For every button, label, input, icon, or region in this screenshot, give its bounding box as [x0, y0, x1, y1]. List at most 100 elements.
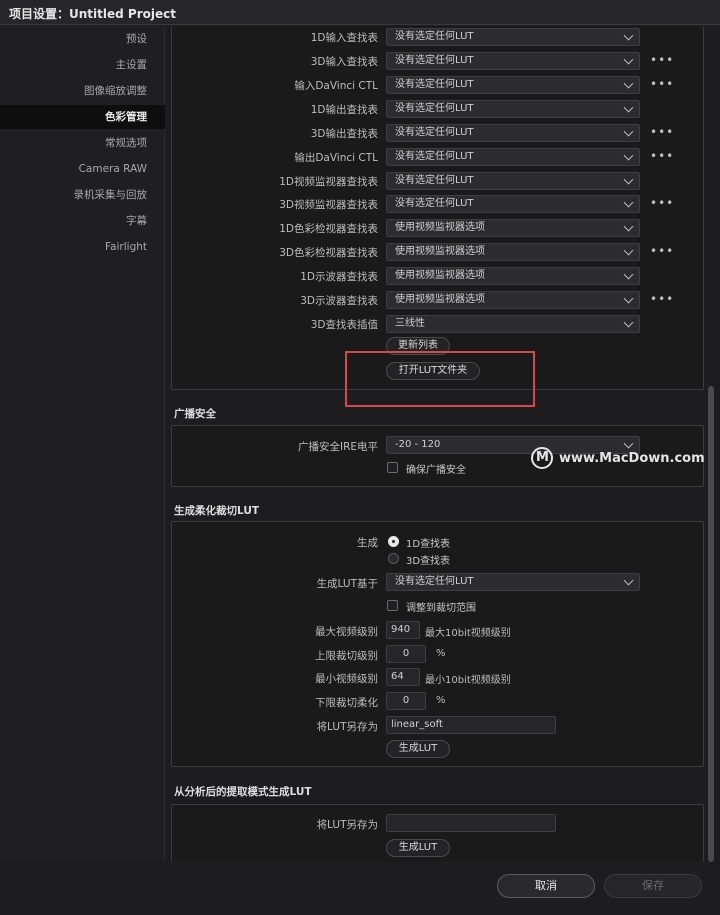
- sidebar-item-camera-raw[interactable]: Camera RAW: [0, 157, 165, 181]
- lut-select-value: 没有选定任何LUT: [395, 103, 474, 114]
- ellipsis-icon[interactable]: •••: [650, 54, 674, 66]
- chevron-down-icon: [623, 126, 634, 137]
- ire-level-value: -20 - 120: [395, 439, 441, 450]
- footer: 取消 保存: [0, 862, 720, 915]
- save-lut-as-input[interactable]: linear_soft: [386, 716, 556, 734]
- lut-select[interactable]: 三线性: [386, 315, 640, 333]
- macdown-logo-icon: M: [531, 447, 553, 469]
- lut-select-value: 使用视频监视器选项: [395, 294, 485, 305]
- chevron-down-icon: [623, 293, 634, 304]
- chevron-down-icon: [623, 221, 634, 232]
- lut-select[interactable]: 没有选定任何LUT: [386, 172, 640, 190]
- lut-select[interactable]: 没有选定任何LUT: [386, 124, 640, 142]
- chevron-down-icon: [623, 174, 634, 185]
- ellipsis-icon[interactable]: •••: [650, 293, 674, 305]
- lut-row-label: 3D查找表插值: [310, 319, 378, 331]
- scrollbar[interactable]: [708, 386, 714, 862]
- radio-3d-lut[interactable]: [388, 553, 399, 564]
- ellipsis-icon[interactable]: •••: [650, 126, 674, 138]
- lut-select-value: 三线性: [395, 318, 425, 329]
- extract-save-lut-as-label: 将LUT另存为: [316, 819, 378, 831]
- lut-select[interactable]: 没有选定任何LUT: [386, 28, 640, 46]
- save-lut-as-label: 将LUT另存为: [316, 721, 378, 733]
- upper-clip-percent: %: [436, 648, 446, 659]
- sidebar-item-image-scaling[interactable]: 图像缩放调整: [0, 79, 165, 103]
- lut-select-value: 没有选定任何LUT: [395, 198, 474, 209]
- chevron-down-icon: [623, 150, 634, 161]
- lut-row-label: 输出DaVinci CTL: [294, 152, 378, 164]
- radio-1d-lut[interactable]: [388, 536, 399, 547]
- lut-row-label: 3D色彩检视器查找表: [279, 247, 378, 259]
- ellipsis-icon[interactable]: •••: [650, 245, 674, 257]
- watermark-text: www.MacDown.com: [559, 451, 705, 466]
- extract-lut-title: 从分析后的提取模式生成LUT: [174, 786, 312, 798]
- sidebar-item-master-settings[interactable]: 主设置: [0, 53, 165, 77]
- upper-clip-level-input[interactable]: 0: [386, 645, 426, 663]
- lut-based-on-select[interactable]: 没有选定任何LUT: [386, 573, 640, 591]
- lut-select[interactable]: 使用视频监视器选项: [386, 267, 640, 285]
- adjust-clip-range-checkbox[interactable]: [387, 600, 398, 611]
- min-video-level-input[interactable]: 64: [386, 668, 420, 686]
- lut-select[interactable]: 没有选定任何LUT: [386, 76, 640, 94]
- lut-select[interactable]: 使用视频监视器选项: [386, 219, 640, 237]
- ensure-broadcast-safe-checkbox[interactable]: [387, 462, 398, 473]
- chevron-down-icon: [623, 197, 634, 208]
- lut-select[interactable]: 没有选定任何LUT: [386, 100, 640, 118]
- min-video-level-label: 最小视频级别: [315, 673, 378, 685]
- ellipsis-icon[interactable]: •••: [650, 197, 674, 209]
- lut-row-label: 1D输出查找表: [310, 104, 378, 116]
- chevron-down-icon: [623, 575, 634, 586]
- logo-letter: M: [536, 450, 549, 465]
- ire-level-label: 广播安全IRE电平: [297, 441, 378, 453]
- lut-row-label: 1D示波器查找表: [300, 271, 378, 283]
- lut-select-value: 使用视频监视器选项: [395, 246, 485, 257]
- title-bar: 项目设置：Untitled Project: [0, 0, 720, 25]
- lut-select[interactable]: 没有选定任何LUT: [386, 148, 640, 166]
- save-button[interactable]: 保存: [604, 874, 702, 898]
- lut-select-value: 使用视频监视器选项: [395, 222, 485, 233]
- sidebar-item-color-management[interactable]: 色彩管理: [0, 105, 165, 129]
- sidebar-item-fairlight[interactable]: Fairlight: [0, 235, 165, 259]
- lut-row-label: 3D输入查找表: [310, 56, 378, 68]
- lut-select[interactable]: 使用视频监视器选项: [386, 243, 640, 261]
- sidebar-item-presets[interactable]: 预设: [0, 27, 165, 51]
- generate-label: 生成: [357, 537, 378, 549]
- lut-select-value: 没有选定任何LUT: [395, 151, 474, 162]
- ellipsis-icon[interactable]: •••: [650, 78, 674, 90]
- chevron-down-icon: [623, 30, 634, 41]
- extract-save-lut-as-input[interactable]: [386, 814, 556, 832]
- chevron-down-icon: [623, 102, 634, 113]
- min-video-level-hint: 最小10bit视频级别: [425, 675, 511, 686]
- sidebar-item-subtitles[interactable]: 字幕: [0, 209, 165, 233]
- lut-select[interactable]: 使用视频监视器选项: [386, 291, 640, 309]
- lower-clip-softness-input[interactable]: 0: [386, 692, 426, 710]
- chevron-down-icon: [623, 269, 634, 280]
- sidebar-item-general-options[interactable]: 常规选项: [0, 131, 165, 155]
- lut-row-label: 1D视频监视器查找表: [279, 176, 378, 188]
- cancel-button[interactable]: 取消: [497, 874, 595, 898]
- highlight-box: [345, 351, 535, 407]
- sidebar: 预设 主设置 图像缩放调整 色彩管理 常规选项 Camera RAW 录机采集与…: [0, 26, 165, 915]
- ensure-broadcast-safe-label: 确保广播安全: [406, 465, 466, 476]
- upper-clip-level-label: 上限裁切级别: [315, 650, 378, 662]
- lut-based-on-label: 生成LUT基于: [316, 578, 378, 590]
- sidebar-item-capture-playback[interactable]: 录机采集与回放: [0, 183, 165, 207]
- radio-3d-lut-label: 3D查找表: [406, 556, 451, 567]
- lut-based-on-value: 没有选定任何LUT: [395, 576, 474, 587]
- extract-generate-lut-button[interactable]: 生成LUT: [386, 839, 450, 857]
- ellipsis-icon[interactable]: •••: [650, 150, 674, 162]
- adjust-clip-range-label: 调整到裁切范围: [406, 603, 476, 614]
- lut-row-label: 输入DaVinci CTL: [294, 80, 378, 92]
- broadcast-safe-title: 广播安全: [174, 408, 216, 420]
- chevron-down-icon: [623, 317, 634, 328]
- max-video-level-input[interactable]: 940: [386, 621, 420, 639]
- lower-clip-softness-label: 下限裁切柔化: [315, 697, 378, 709]
- generate-lut-button[interactable]: 生成LUT: [386, 740, 450, 758]
- lut-select[interactable]: 没有选定任何LUT: [386, 195, 640, 213]
- lut-row-label: 3D输出查找表: [310, 128, 378, 140]
- lut-select-value: 没有选定任何LUT: [395, 175, 474, 186]
- lut-select[interactable]: 没有选定任何LUT: [386, 52, 640, 70]
- lut-select-value: 没有选定任何LUT: [395, 31, 474, 42]
- lower-clip-percent: %: [436, 695, 446, 706]
- chevron-down-icon: [623, 438, 634, 449]
